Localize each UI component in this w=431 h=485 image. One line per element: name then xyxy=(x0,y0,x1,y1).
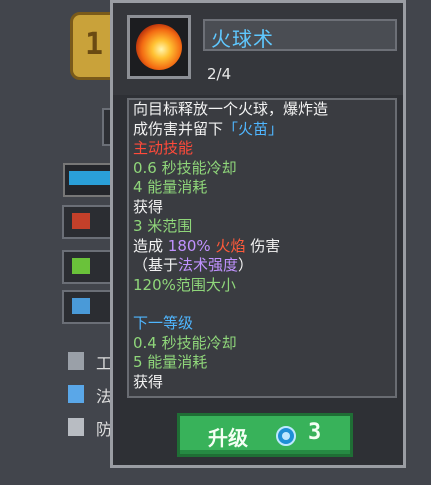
skill-title: 火球术 xyxy=(211,27,274,51)
active-skill-label: 主动技能 xyxy=(133,139,194,157)
energy-line: 4 能量消耗 xyxy=(133,178,208,196)
upgrade-label: 升级 xyxy=(208,426,248,450)
spell-power-keyword: 法术强度 xyxy=(178,256,239,274)
progress-bar xyxy=(63,163,117,197)
based-on-line: （基于法术强度） xyxy=(133,256,395,276)
description-box[interactable]: 向目标释放一个火球，爆炸造 成伤害并留下「火苗」 主动技能 0.6 秒技能冷却 … xyxy=(127,98,397,398)
next-cooldown-line: 0.4 秒技能冷却 xyxy=(133,333,237,352)
next-level-label: 下一等级 xyxy=(133,314,194,332)
next-energy-line: 5 能量消耗 xyxy=(133,353,208,371)
gain-label: 获得 xyxy=(133,197,164,216)
desc-line: 成伤害并留下「火苗」 xyxy=(133,120,395,140)
desc-text: 造成 xyxy=(133,236,164,255)
next-gain-label: 获得 xyxy=(133,372,164,391)
skill-level: 2/4 xyxy=(207,65,232,83)
leaf-icon xyxy=(72,258,90,274)
wand-icon xyxy=(68,385,84,403)
description-text: 向目标释放一个火球，爆炸造 成伤害并留下「火苗」 主动技能 0.6 秒技能冷却 … xyxy=(133,100,395,392)
range-line: 3 米范围 xyxy=(133,217,193,235)
badge-digit: 1 xyxy=(85,27,104,62)
area-line: 120%范围大小 xyxy=(133,275,236,294)
skill-tooltip: 火球术 2/4 向目标释放一个火球，爆炸造 成伤害并留下「火苗」 主动技能 0.… xyxy=(110,0,406,468)
stat-row-defense[interactable]: 防 xyxy=(62,416,112,440)
desc-text: （基于 xyxy=(133,256,179,274)
damage-type: 火焰 xyxy=(215,236,246,255)
stat-row-attack[interactable]: 工 xyxy=(62,350,112,374)
upgrade-button[interactable]: 升级 3 xyxy=(177,413,353,457)
tooltip-header: 火球术 2/4 xyxy=(113,3,403,95)
fist-slot[interactable] xyxy=(62,205,112,239)
cooldown-line: 0.6 秒技能冷却 xyxy=(133,158,237,177)
stat-row-magic[interactable]: 法 xyxy=(62,383,112,407)
damage-percent: 180% xyxy=(167,236,211,255)
desc-text: ） xyxy=(238,256,254,274)
sword-icon xyxy=(68,352,84,370)
orb-icon xyxy=(276,426,296,446)
title-frame: 火球术 xyxy=(203,19,397,51)
leaf-slot[interactable] xyxy=(62,250,112,284)
desc-line: 向目标释放一个火球，爆炸造 xyxy=(133,100,329,118)
fist-icon xyxy=(72,213,90,229)
book-icon xyxy=(72,298,90,314)
book-slot[interactable] xyxy=(62,290,112,324)
shield-icon xyxy=(68,418,84,436)
flame-keyword: 「火苗」 xyxy=(223,119,284,138)
desc-text: 伤害 xyxy=(250,236,281,255)
upgrade-cost: 3 xyxy=(308,420,322,445)
damage-line: 造成 180% 火焰 伤害 xyxy=(133,237,395,257)
skill-icon-frame xyxy=(127,15,191,79)
desc-text: 成伤害并留下 xyxy=(133,119,224,138)
fireball-icon xyxy=(136,24,182,70)
